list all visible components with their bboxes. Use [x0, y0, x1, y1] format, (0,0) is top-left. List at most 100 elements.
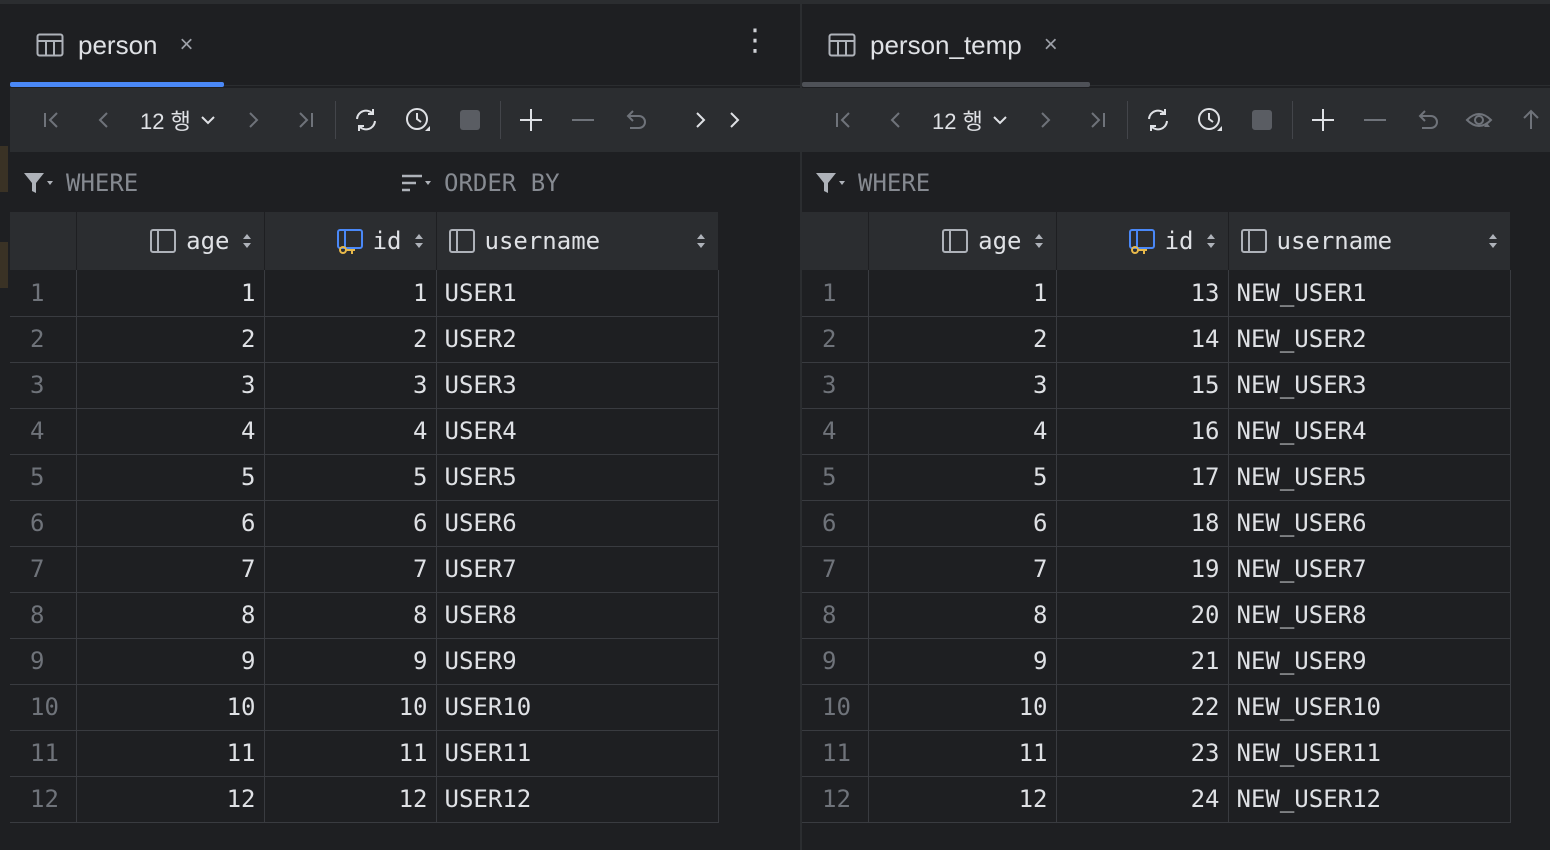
cell-id[interactable]: 13 [1056, 270, 1229, 317]
cell-age[interactable]: 3 [76, 362, 265, 409]
cell-id[interactable]: 23 [1056, 730, 1229, 777]
where-filter[interactable]: WHERE [814, 169, 930, 197]
cell-id[interactable]: 17 [1056, 454, 1229, 501]
cell-id[interactable]: 4 [264, 408, 437, 455]
table-row[interactable]: 7 7 7 USER7 [10, 546, 719, 593]
add-row-button[interactable] [505, 94, 557, 146]
cell-age[interactable]: 1 [76, 270, 265, 317]
cell-id[interactable]: 10 [264, 684, 437, 731]
cell-id[interactable]: 20 [1056, 592, 1229, 639]
stop-button[interactable] [444, 94, 496, 146]
table-row[interactable]: 5 5 17 NEW_USER5 [802, 454, 1511, 501]
last-page-button[interactable] [279, 94, 331, 146]
cell-id[interactable]: 19 [1056, 546, 1229, 593]
cell-id[interactable]: 7 [264, 546, 437, 593]
more-options-icon[interactable]: ⋮ [740, 26, 770, 56]
next-page-button[interactable] [227, 94, 279, 146]
cell-username[interactable]: USER10 [436, 684, 719, 731]
table-row[interactable]: 8 8 20 NEW_USER8 [802, 592, 1511, 639]
cell-id[interactable]: 15 [1056, 362, 1229, 409]
stop-button[interactable] [1236, 94, 1288, 146]
cell-id[interactable]: 12 [264, 776, 437, 823]
sort-icon[interactable] [240, 231, 254, 251]
cell-username[interactable]: NEW_USER11 [1228, 730, 1511, 777]
column-header-age[interactable]: age [868, 212, 1057, 270]
column-header-id[interactable]: id [1056, 212, 1229, 270]
cell-username[interactable]: NEW_USER10 [1228, 684, 1511, 731]
submit-button[interactable] [1505, 94, 1550, 146]
cell-age[interactable]: 2 [76, 316, 265, 363]
table-row[interactable]: 8 8 8 USER8 [10, 592, 719, 639]
cell-id[interactable]: 5 [264, 454, 437, 501]
table-row[interactable]: 7 7 19 NEW_USER7 [802, 546, 1511, 593]
delete-row-button[interactable] [557, 94, 609, 146]
cell-username[interactable]: USER4 [436, 408, 719, 455]
cell-age[interactable]: 9 [76, 638, 265, 685]
table-row[interactable]: 12 12 12 USER12 [10, 776, 719, 823]
sort-icon[interactable] [694, 231, 708, 251]
cell-id[interactable]: 14 [1056, 316, 1229, 363]
cell-username[interactable]: NEW_USER5 [1228, 454, 1511, 501]
table-row[interactable]: 4 4 16 NEW_USER4 [802, 408, 1511, 455]
cell-username[interactable]: USER2 [436, 316, 719, 363]
cell-age[interactable]: 10 [868, 684, 1057, 731]
cell-age[interactable]: 6 [868, 500, 1057, 547]
cell-username[interactable]: NEW_USER8 [1228, 592, 1511, 639]
table-row[interactable]: 9 9 21 NEW_USER9 [802, 638, 1511, 685]
table-row[interactable]: 4 4 4 USER4 [10, 408, 719, 455]
table-row[interactable]: 11 11 11 USER11 [10, 730, 719, 777]
close-icon[interactable]: × [1044, 31, 1058, 59]
cell-age[interactable]: 12 [868, 776, 1057, 823]
cell-age[interactable]: 8 [76, 592, 265, 639]
cell-id[interactable]: 8 [264, 592, 437, 639]
cell-age[interactable]: 4 [76, 408, 265, 455]
next-page-button[interactable] [1019, 94, 1071, 146]
where-filter[interactable]: WHERE [22, 169, 400, 197]
table-row[interactable]: 11 11 23 NEW_USER11 [802, 730, 1511, 777]
cell-age[interactable]: 12 [76, 776, 265, 823]
row-count-dropdown[interactable]: 12 행 [130, 94, 227, 146]
cell-username[interactable]: USER11 [436, 730, 719, 777]
tab-person-temp[interactable]: person_temp × [802, 4, 1058, 86]
cell-username[interactable]: USER9 [436, 638, 719, 685]
table-row[interactable]: 1 1 13 NEW_USER1 [802, 270, 1511, 317]
cell-username[interactable]: NEW_USER6 [1228, 500, 1511, 547]
column-header-age[interactable]: age [76, 212, 265, 270]
cell-age[interactable]: 3 [868, 362, 1057, 409]
cell-id[interactable]: 3 [264, 362, 437, 409]
table-row[interactable]: 2 2 2 USER2 [10, 316, 719, 363]
table-row[interactable]: 6 6 6 USER6 [10, 500, 719, 547]
cell-id[interactable]: 2 [264, 316, 437, 363]
revert-button[interactable] [609, 94, 661, 146]
overflow-button[interactable] [683, 94, 717, 146]
sort-icon[interactable] [1204, 231, 1218, 251]
last-page-button[interactable] [1071, 94, 1123, 146]
cell-age[interactable]: 6 [76, 500, 265, 547]
cell-id[interactable]: 24 [1056, 776, 1229, 823]
revert-button[interactable] [1401, 94, 1453, 146]
cell-age[interactable]: 1 [868, 270, 1057, 317]
cell-username[interactable]: USER8 [436, 592, 719, 639]
table-row[interactable]: 6 6 18 NEW_USER6 [802, 500, 1511, 547]
cell-age[interactable]: 11 [868, 730, 1057, 777]
tab-person[interactable]: person × [10, 4, 194, 86]
cell-id[interactable]: 22 [1056, 684, 1229, 731]
cell-age[interactable]: 5 [76, 454, 265, 501]
cell-username[interactable]: NEW_USER4 [1228, 408, 1511, 455]
table-row[interactable]: 2 2 14 NEW_USER2 [802, 316, 1511, 363]
table-row[interactable]: 1 1 1 USER1 [10, 270, 719, 317]
history-button[interactable] [392, 94, 444, 146]
column-header-username[interactable]: username [1228, 212, 1511, 270]
cell-id[interactable]: 9 [264, 638, 437, 685]
cell-id[interactable]: 16 [1056, 408, 1229, 455]
column-header-username[interactable]: username [436, 212, 719, 270]
cell-age[interactable]: 4 [868, 408, 1057, 455]
preview-changes-button[interactable] [1453, 94, 1505, 146]
cell-username[interactable]: NEW_USER9 [1228, 638, 1511, 685]
table-row[interactable]: 9 9 9 USER9 [10, 638, 719, 685]
sort-icon[interactable] [1032, 231, 1046, 251]
cell-username[interactable]: NEW_USER7 [1228, 546, 1511, 593]
delete-row-button[interactable] [1349, 94, 1401, 146]
cell-username[interactable]: USER7 [436, 546, 719, 593]
sort-icon[interactable] [412, 231, 426, 251]
